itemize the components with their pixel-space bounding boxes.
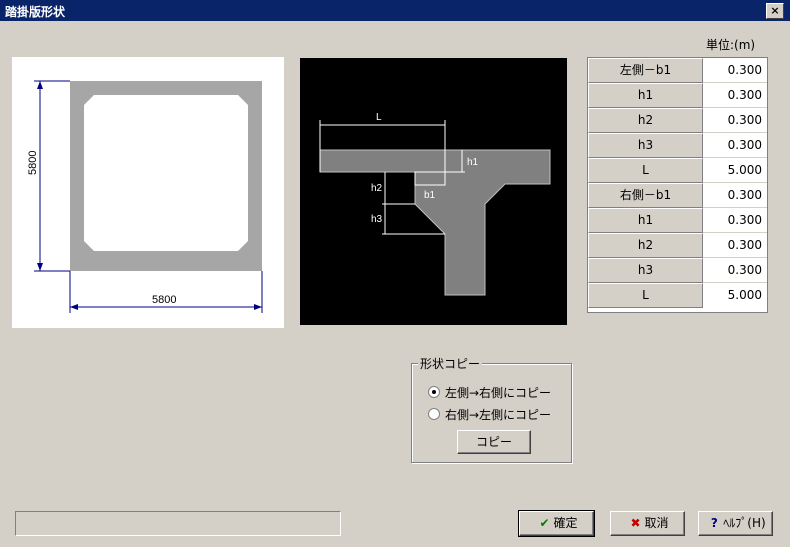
row-label: h2 bbox=[588, 233, 703, 258]
radio-left-to-right[interactable]: 左側→右側にコピー bbox=[428, 384, 568, 400]
table-row: 右側－b1 0.300 bbox=[588, 183, 767, 208]
close-button[interactable]: × bbox=[766, 3, 784, 19]
height-dim-text: 5800 bbox=[27, 151, 39, 175]
question-icon: ? bbox=[710, 516, 718, 530]
row-value[interactable]: 0.300 bbox=[705, 108, 762, 132]
radio-unchecked-icon[interactable] bbox=[428, 408, 440, 420]
table-row: h1 0.300 bbox=[588, 83, 767, 108]
row-label: h1 bbox=[588, 208, 703, 233]
arrow-up-icon bbox=[37, 81, 43, 89]
row-value[interactable]: 0.300 bbox=[705, 183, 762, 207]
arrow-left-icon bbox=[70, 304, 78, 310]
group-title: 形状コピー bbox=[418, 355, 483, 372]
ok-label: 確定 bbox=[553, 516, 578, 530]
label-h1: h1 bbox=[467, 157, 479, 168]
radio-label[interactable]: 左側→右側にコピー bbox=[445, 384, 551, 401]
row-label: h3 bbox=[588, 133, 703, 158]
table-row: h2 0.300 bbox=[588, 108, 767, 133]
label-b1: b1 bbox=[424, 190, 436, 201]
arrow-down-icon bbox=[37, 263, 43, 271]
row-value[interactable]: 5.000 bbox=[705, 158, 762, 182]
row-label: 左側－b1 bbox=[588, 58, 703, 83]
row-label: L bbox=[588, 158, 703, 183]
width-dim-text: 5800 bbox=[152, 294, 176, 306]
arrow-right-icon bbox=[254, 304, 262, 310]
cancel-button[interactable]: ✖ 取消 bbox=[610, 511, 685, 536]
parameter-table: 左側－b1 0.300 h1 0.300 h2 0.300 h3 0.300 L… bbox=[587, 57, 768, 313]
radio-checked-icon[interactable] bbox=[428, 386, 440, 398]
table-row: L 5.000 bbox=[588, 283, 767, 308]
label-L: L bbox=[376, 112, 382, 123]
ok-button[interactable]: ✔ 確定 bbox=[518, 510, 595, 537]
row-value[interactable]: 5.000 bbox=[705, 283, 762, 307]
table-row: h3 0.300 bbox=[588, 258, 767, 283]
row-value[interactable]: 0.300 bbox=[705, 133, 762, 157]
row-value[interactable]: 0.300 bbox=[705, 208, 762, 232]
row-label: h1 bbox=[588, 83, 703, 108]
row-value[interactable]: 0.300 bbox=[705, 258, 762, 282]
row-label: h2 bbox=[588, 108, 703, 133]
table-row: h1 0.300 bbox=[588, 208, 767, 233]
table-row: L 5.000 bbox=[588, 158, 767, 183]
row-label: h3 bbox=[588, 258, 703, 283]
box-section-drawing: 5800 5800 bbox=[12, 57, 284, 328]
row-label: 右側－b1 bbox=[588, 183, 703, 208]
cancel-label: 取消 bbox=[644, 516, 669, 530]
shape-copy-group: 形状コピー 左側→右側にコピー 右側→左側にコピー コピー bbox=[411, 355, 572, 463]
radio-right-to-left[interactable]: 右側→左側にコピー bbox=[428, 406, 568, 422]
label-h3: h3 bbox=[371, 214, 383, 225]
x-icon: ✖ bbox=[630, 516, 641, 530]
box-section-svg: 5800 5800 bbox=[27, 80, 263, 313]
approach-slab-drawing: L h1 b1 h2 h3 bbox=[300, 58, 567, 325]
row-value[interactable]: 0.300 bbox=[705, 83, 762, 107]
row-value[interactable]: 0.300 bbox=[705, 58, 762, 82]
table-row: h3 0.300 bbox=[588, 133, 767, 158]
label-h2: h2 bbox=[371, 183, 383, 194]
check-icon: ✔ bbox=[539, 516, 550, 530]
help-button[interactable]: ? ﾍﾙﾌﾟ(H) bbox=[698, 511, 773, 536]
unit-label: 単位:(m) bbox=[706, 38, 756, 52]
help-label: ﾍﾙﾌﾟ(H) bbox=[723, 516, 766, 530]
row-value[interactable]: 0.300 bbox=[705, 233, 762, 257]
table-row: 左側－b1 0.300 bbox=[588, 58, 767, 83]
status-field bbox=[15, 511, 341, 536]
row-label: L bbox=[588, 283, 703, 308]
copy-button[interactable]: コピー bbox=[457, 430, 531, 454]
radio-label[interactable]: 右側→左側にコピー bbox=[445, 406, 551, 423]
approach-slab-svg: L h1 b1 h2 h3 bbox=[319, 112, 551, 296]
table-row: h2 0.300 bbox=[588, 233, 767, 258]
window-title: 踏掛版形状 bbox=[5, 5, 66, 19]
inner-void bbox=[84, 95, 248, 251]
title-bar: 踏掛版形状 × bbox=[0, 0, 790, 21]
